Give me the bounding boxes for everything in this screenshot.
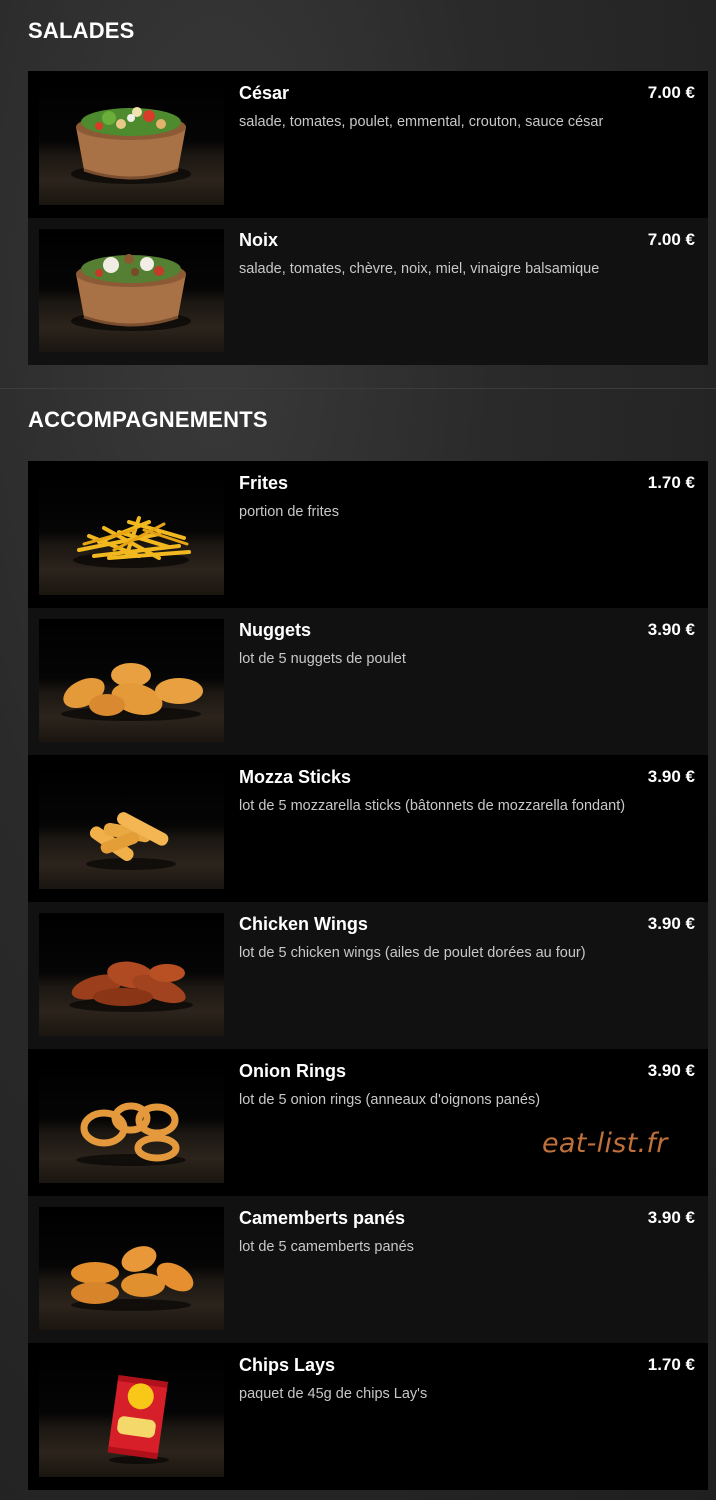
item-name: Chips Lays — [239, 1355, 336, 1375]
menu-item-chips-lays[interactable]: Chips Lays 1.70 € paquet de 45g de chips… — [28, 1343, 708, 1490]
lays-chips-bag-image — [39, 1354, 224, 1477]
section-title-accompagnements: ACCOMPAGNEMENTS — [28, 407, 268, 432]
item-description: paquet de 45g de chips Lay's — [239, 1386, 428, 1402]
onion-rings-image — [39, 1060, 224, 1183]
fries-image — [39, 472, 224, 595]
item-price: 1.70 € — [647, 473, 695, 492]
chicken-wings-image — [39, 913, 224, 1036]
accompagnements-list: Frites 1.70 € portion de frites Nuggets … — [28, 461, 708, 1490]
caesar-salad-image — [39, 82, 224, 205]
menu-item-cesar[interactable]: César 7.00 € salade, tomates, poulet, em… — [28, 71, 708, 218]
menu-item-mozza-sticks[interactable]: Mozza Sticks 3.90 € lot de 5 mozzarella … — [28, 755, 708, 902]
menu-item-nuggets[interactable]: Nuggets 3.90 € lot de 5 nuggets de poule… — [28, 608, 708, 755]
walnut-salad-image — [39, 229, 224, 352]
mozza-sticks-image — [39, 766, 224, 889]
item-name: Camemberts panés — [239, 1208, 406, 1228]
item-price: 7.00 € — [647, 83, 695, 102]
item-description: portion de frites — [239, 504, 339, 520]
item-price: 3.90 € — [647, 1061, 695, 1080]
item-name: César — [239, 83, 290, 103]
menu-item-camemberts-panes[interactable]: Camemberts panés 3.90 € lot de 5 camembe… — [28, 1196, 708, 1343]
item-price: 3.90 € — [647, 1208, 695, 1227]
item-price: 7.00 € — [647, 230, 695, 249]
menu-item-noix[interactable]: Noix 7.00 € salade, tomates, chèvre, noi… — [28, 218, 708, 365]
menu-item-onion-rings[interactable]: Onion Rings 3.90 € lot de 5 onion rings … — [28, 1049, 708, 1196]
item-description: salade, tomates, chèvre, noix, miel, vin… — [239, 261, 600, 277]
item-description: lot de 5 onion rings (anneaux d'oignons … — [239, 1092, 541, 1108]
menu-item-frites[interactable]: Frites 1.70 € portion de frites — [28, 461, 708, 608]
item-description: lot de 5 nuggets de poulet — [239, 651, 406, 667]
item-price: 3.90 € — [647, 914, 695, 933]
item-description: lot de 5 chicken wings (ailes de poulet … — [239, 945, 586, 961]
section-title-salades: SALADES — [28, 18, 135, 43]
item-name: Chicken Wings — [239, 914, 368, 934]
item-name: Onion Rings — [239, 1061, 346, 1081]
section-divider — [0, 388, 716, 389]
watermark: eat-list.fr — [542, 1128, 668, 1159]
item-name: Mozza Sticks — [239, 767, 352, 787]
item-price: 3.90 € — [647, 620, 695, 639]
item-description: lot de 5 camemberts panés — [239, 1239, 414, 1255]
salades-list: César 7.00 € salade, tomates, poulet, em… — [28, 71, 708, 365]
item-name: Nuggets — [239, 620, 311, 640]
nuggets-image — [39, 619, 224, 742]
item-description: lot de 5 mozzarella sticks (bâtonnets de… — [239, 798, 626, 814]
item-description: salade, tomates, poulet, emmental, crout… — [239, 114, 604, 130]
breaded-camembert-image — [39, 1207, 224, 1330]
item-price: 1.70 € — [647, 1355, 695, 1374]
item-price: 3.90 € — [647, 767, 695, 786]
menu-item-chicken-wings[interactable]: Chicken Wings 3.90 € lot de 5 chicken wi… — [28, 902, 708, 1049]
item-name: Frites — [239, 473, 289, 493]
item-name: Noix — [239, 230, 279, 250]
